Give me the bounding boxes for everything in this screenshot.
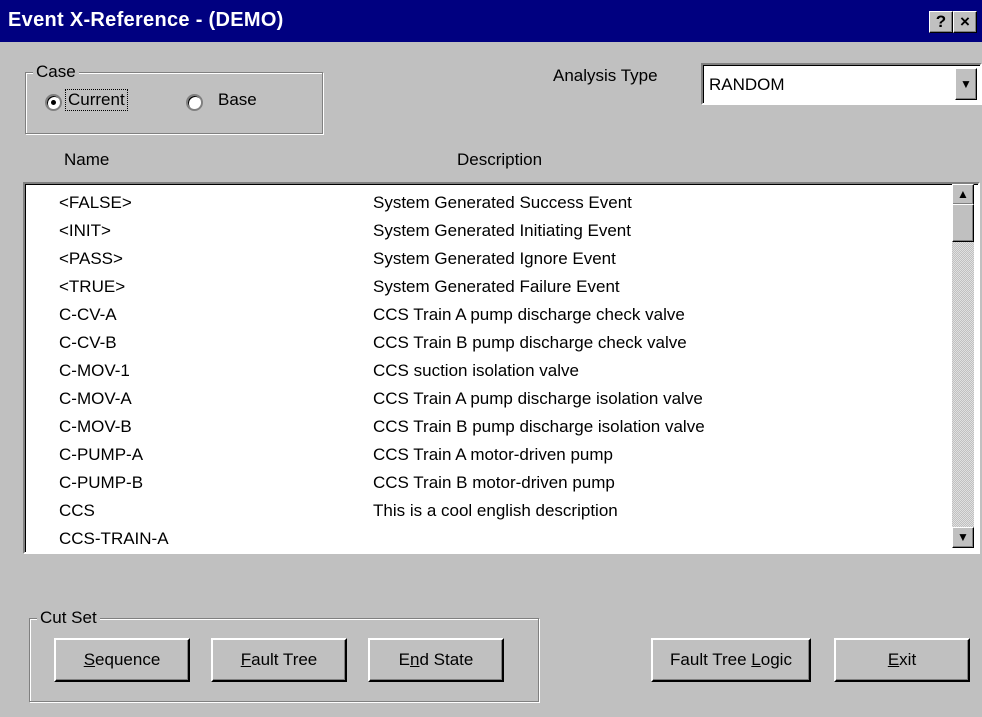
column-header-description[interactable]: Description	[457, 150, 542, 170]
list-item[interactable]: CCS-TRAIN-A	[25, 525, 955, 552]
window-title: Event X-Reference - (DEMO)	[8, 9, 284, 31]
event-name: <INIT>	[59, 221, 111, 240]
analysis-type-value: RANDOM	[709, 75, 785, 94]
fault-tree-accel: F	[240, 650, 252, 669]
close-button[interactable]: ×	[953, 11, 977, 33]
event-description: CCS Train A motor-driven pump	[373, 445, 613, 464]
ftl-accel: L	[751, 650, 761, 669]
event-description: System Generated Initiating Event	[373, 221, 631, 240]
scroll-down-icon[interactable]: ▼	[952, 527, 974, 548]
list-item[interactable]: C-CV-A CCS Train A pump discharge check …	[25, 301, 955, 329]
event-description: System Generated Success Event	[373, 193, 632, 212]
event-name: C-CV-B	[59, 333, 117, 352]
sequence-label: equence	[95, 650, 161, 669]
analysis-type-label: Analysis Type	[553, 66, 658, 85]
ftl-label: ogic	[760, 650, 792, 669]
sequence-accel: S	[83, 650, 96, 669]
event-name: C-PUMP-A	[59, 445, 144, 464]
event-description: CCS Train A pump discharge isolation val…	[373, 389, 703, 408]
event-name: C-PUMP-B	[59, 473, 144, 492]
list-item[interactable]: C-MOV-A CCS Train A pump discharge isola…	[25, 385, 955, 413]
event-name: C-CV-A	[59, 305, 117, 324]
event-description: CCS Train B pump discharge isolation val…	[373, 417, 705, 436]
exit-button[interactable]: Exit	[834, 638, 970, 682]
dropdown-arrow-icon[interactable]: ▼	[955, 68, 977, 100]
event-description: CCS suction isolation valve	[373, 361, 579, 380]
end-state-button[interactable]: End State	[368, 638, 504, 682]
event-description: CCS Train B motor-driven pump	[373, 473, 615, 492]
event-description: This is a cool english description	[373, 501, 618, 520]
radio-current-label[interactable]: Current	[65, 89, 128, 111]
end-state-label: d State	[419, 650, 474, 669]
scroll-up-icon[interactable]: ▲	[952, 184, 974, 205]
title-bar: Event X-Reference - (DEMO) ? ×	[0, 0, 982, 42]
event-rows: <FALSE> System Generated Success Event <…	[25, 189, 955, 549]
list-item[interactable]: C-MOV-1 CCS suction isolation valve	[25, 357, 955, 385]
list-item[interactable]: <PASS> System Generated Ignore Event	[25, 245, 955, 273]
fault-tree-label: ault Tree	[251, 650, 318, 669]
radio-base[interactable]	[186, 94, 203, 111]
event-name: CCS-TRAIN-A	[59, 529, 169, 548]
list-item[interactable]: C-PUMP-B CCS Train B motor-driven pump	[25, 469, 955, 497]
event-name: <FALSE>	[59, 193, 132, 212]
list-item[interactable]: <FALSE> System Generated Success Event	[25, 189, 955, 217]
event-description: CCS Train B pump discharge check valve	[373, 333, 687, 352]
list-item[interactable]: <INIT> System Generated Initiating Event	[25, 217, 955, 245]
event-list[interactable]: <FALSE> System Generated Success Event <…	[23, 182, 980, 554]
event-name: C-MOV-A	[59, 389, 132, 408]
list-item[interactable]: C-MOV-B CCS Train B pump discharge isola…	[25, 413, 955, 441]
event-name: <TRUE>	[59, 277, 126, 296]
cutset-group-label: Cut Set	[37, 608, 100, 628]
event-name: <PASS>	[59, 249, 123, 268]
list-item[interactable]: C-CV-B CCS Train B pump discharge check …	[25, 329, 955, 357]
end-state-label-pre: E	[398, 650, 410, 669]
list-item[interactable]: <TRUE> System Generated Failure Event	[25, 273, 955, 301]
exit-label: xit	[899, 650, 917, 669]
radio-current[interactable]	[45, 94, 62, 111]
fault-tree-logic-button[interactable]: Fault Tree Logic	[651, 638, 811, 682]
case-group-label: Case	[33, 62, 79, 82]
event-description: System Generated Failure Event	[373, 277, 620, 296]
list-item[interactable]: C-PUMP-A CCS Train A motor-driven pump	[25, 441, 955, 469]
radio-base-label[interactable]: Base	[218, 90, 257, 110]
column-header-name[interactable]: Name	[64, 150, 109, 170]
event-description: System Generated Ignore Event	[373, 249, 616, 268]
scroll-thumb[interactable]	[952, 204, 974, 242]
sequence-button[interactable]: Sequence	[54, 638, 190, 682]
event-name: C-MOV-1	[59, 361, 130, 380]
help-button[interactable]: ?	[929, 11, 953, 33]
analysis-type-select[interactable]: RANDOM ▼	[701, 63, 982, 105]
exit-accel: E	[887, 650, 900, 669]
radio-selected-dot	[51, 100, 56, 105]
event-description: CCS Train A pump discharge check valve	[373, 305, 685, 324]
event-name: C-MOV-B	[59, 417, 132, 436]
fault-tree-button[interactable]: Fault Tree	[211, 638, 347, 682]
event-name: CCS	[59, 501, 95, 520]
ftl-label-pre: Fault Tree	[670, 650, 752, 669]
list-item[interactable]: CCS This is a cool english description	[25, 497, 955, 525]
